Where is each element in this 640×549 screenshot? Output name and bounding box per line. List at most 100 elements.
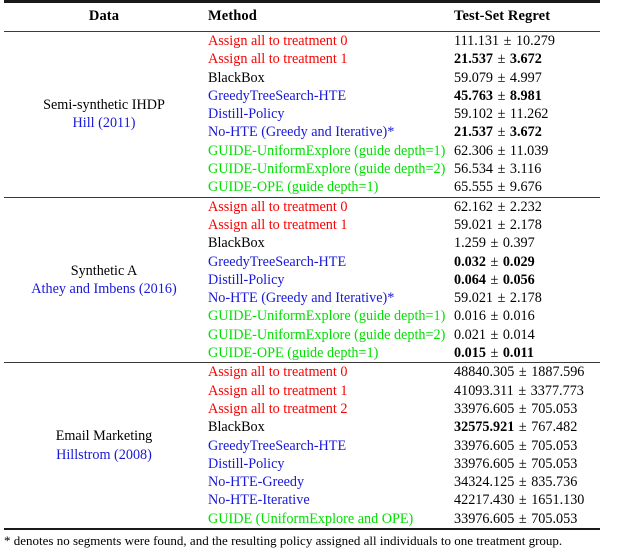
regret-std: 0.014	[502, 326, 535, 343]
dataset-citation-link[interactable]: Hillstrom (2008)	[8, 446, 200, 464]
plus-minus-symbol: ±	[515, 510, 531, 527]
regret-mean: 32575.921	[454, 419, 515, 436]
method-label: GUIDE-UniformExplore (guide depth=1)	[208, 142, 446, 159]
regret-mean: 0.016	[454, 308, 486, 325]
results-table: Data Method Test-Set Regret Semi-synthet…	[4, 0, 600, 532]
regret-std: 11.039	[509, 142, 549, 159]
regret-std: 0.397	[502, 235, 535, 252]
table-footnote: * denotes no segments were found, and th…	[4, 533, 563, 549]
dataset-name: Synthetic A	[70, 262, 138, 279]
method-label: GUIDE-UniformExplore (guide depth=1)	[208, 308, 446, 325]
plus-minus-symbol: ±	[494, 142, 509, 159]
regret-mean: 45.763	[454, 87, 494, 104]
regret-std: 0.011	[502, 345, 534, 362]
plus-minus-symbol: ±	[486, 253, 502, 270]
regret-value: 41093.311 ± 3377.773	[450, 382, 600, 400]
regret-value: 59.021 ± 2.178	[450, 216, 600, 234]
regret-value: 33976.605 ± 705.053	[450, 437, 600, 455]
regret-std: 835.736	[531, 474, 578, 491]
regret-std: 3377.773	[530, 382, 584, 399]
plus-minus-symbol: ±	[494, 106, 509, 123]
regret-value: 21.537 ± 3.672	[450, 50, 600, 68]
dataset-citation-link[interactable]: Athey and Imbens (2016)	[8, 280, 200, 298]
plus-minus-symbol: ±	[515, 455, 531, 472]
regret-std: 2.178	[509, 216, 542, 233]
regret-std: 3.672	[509, 124, 542, 141]
bottom-rule	[4, 528, 600, 532]
regret-mean: 0.015	[454, 345, 486, 362]
method-label: GreedyTreeSearch-HTE	[208, 253, 347, 270]
regret-std: 705.053	[531, 510, 578, 527]
regret-mean: 111.131	[454, 33, 500, 49]
regret-mean: 34324.125	[454, 474, 515, 491]
plus-minus-symbol: ±	[515, 364, 531, 381]
method-label: No-HTE-Iterative	[208, 492, 310, 509]
regret-std: 2.232	[509, 198, 542, 215]
regret-value: 33976.605 ± 705.053	[450, 455, 600, 473]
regret-std: 3.116	[509, 161, 542, 178]
dataset-cell: Email Marketing Hillstrom (2008)	[4, 363, 204, 529]
regret-value: 33976.605 ± 705.053	[450, 510, 600, 529]
method-label: Assign all to treatment 1	[208, 382, 348, 399]
regret-std: 705.053	[531, 455, 578, 472]
regret-std: 705.053	[531, 437, 578, 454]
plus-minus-symbol: ±	[494, 290, 509, 307]
method-label: Distill-Policy	[208, 455, 285, 472]
table-header: Data Method Test-Set Regret	[4, 0, 600, 32]
regret-value: 0.021 ± 0.014	[450, 326, 600, 344]
regret-mean: 0.032	[454, 253, 486, 270]
regret-value: 0.016 ± 0.016	[450, 307, 600, 325]
regret-mean: 41093.311	[454, 382, 514, 399]
regret-value: 65.555 ± 9.676	[450, 178, 600, 197]
method-label: Assign all to treatment 0	[208, 364, 348, 381]
regret-mean: 59.021	[454, 290, 494, 307]
regret-std: 705.053	[531, 400, 578, 417]
method-label: No-HTE-Greedy	[208, 474, 305, 491]
plus-minus-symbol: ±	[494, 161, 509, 178]
method-label: Assign all to treatment 1	[208, 216, 348, 233]
dataset-citation-link[interactable]: Hill (2011)	[8, 114, 200, 132]
regret-mean: 0.021	[454, 326, 486, 343]
method-label: Assign all to treatment 1	[208, 51, 348, 68]
regret-value: 62.306 ± 11.039	[450, 142, 600, 160]
method-label: GUIDE (UniformExplore and OPE)	[208, 510, 414, 527]
regret-mean: 33976.605	[454, 455, 515, 472]
regret-value: 0.064 ± 0.056	[450, 271, 600, 289]
method-label: GUIDE-OPE (guide depth=1)	[208, 345, 379, 362]
plus-minus-symbol: ±	[500, 33, 515, 49]
regret-value: 111.131 ± 10.279	[450, 32, 600, 50]
plus-minus-symbol: ±	[494, 69, 509, 86]
plus-minus-symbol: ±	[515, 419, 531, 436]
regret-value: 62.162 ± 2.232	[450, 198, 600, 216]
regret-mean: 42217.430	[454, 492, 515, 509]
regret-std: 0.056	[502, 271, 535, 288]
regret-mean: 56.534	[454, 161, 494, 178]
regret-mean: 33976.605	[454, 510, 515, 527]
regret-value: 56.534 ± 3.116	[450, 160, 600, 178]
method-label: BlackBox	[208, 69, 265, 86]
table-row: Synthetic A Athey and Imbens (2016) Assign…	[4, 198, 600, 297]
regret-std: 0.029	[502, 253, 535, 270]
regret-mean: 48840.305	[454, 364, 515, 381]
regret-value: 45.763 ± 8.981	[450, 87, 600, 105]
plus-minus-symbol: ±	[486, 235, 502, 252]
regret-std: 10.279	[515, 33, 555, 49]
header-row: Data Method Test-Set Regret	[4, 3, 600, 32]
regret-value: 33976.605 ± 705.053	[450, 400, 600, 418]
regret-mean: 59.021	[454, 216, 494, 233]
plus-minus-symbol: ±	[515, 437, 531, 454]
regret-mean: 0.064	[454, 271, 486, 288]
regret-value: 59.079 ± 4.997	[450, 69, 600, 87]
plus-minus-symbol: ±	[486, 326, 502, 343]
results-table-container: Data Method Test-Set Regret Semi-synthet…	[0, 0, 640, 549]
dataset-cell: Semi-synthetic IHDP Hill (2011)	[4, 32, 204, 197]
regret-std: 8.981	[509, 87, 542, 104]
regret-value: 42217.430 ± 1651.130	[450, 491, 600, 509]
plus-minus-symbol: ±	[494, 87, 509, 104]
regret-value: 59.021 ± 2.178	[450, 289, 600, 307]
regret-std: 3.672	[509, 51, 542, 68]
regret-std: 1887.596	[531, 364, 585, 381]
dataset-name: Semi-synthetic IHDP	[43, 97, 165, 114]
regret-value: 32575.921 ± 767.482	[450, 418, 600, 436]
regret-value: 1.259 ± 0.397	[450, 234, 600, 252]
